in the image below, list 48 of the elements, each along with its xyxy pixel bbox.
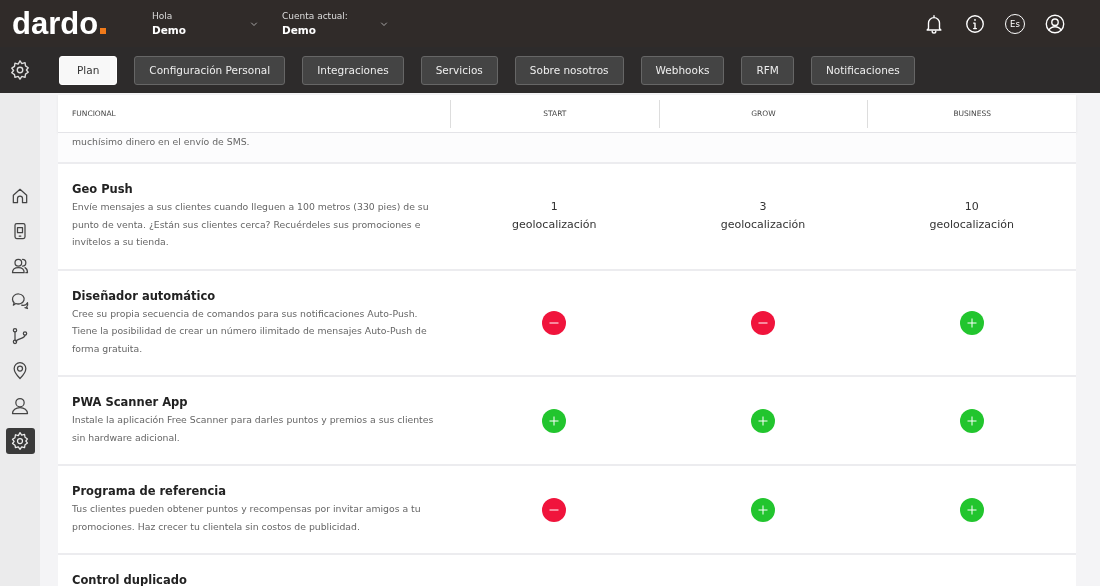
home-icon bbox=[10, 186, 30, 206]
feature-description: Cree su propia secuencia de comandos para sus notificaciones Auto-Push. Tiene la posibilidad de crear un número ilimitado de mensajes Auto-Push de forma gratuita. bbox=[72, 306, 428, 356]
tab[interactable]: Webhooks bbox=[640, 55, 725, 85]
sidebar-item[interactable] bbox=[5, 428, 35, 454]
chat-icon bbox=[10, 291, 30, 311]
tab[interactable]: Sobre nosotros bbox=[514, 55, 624, 85]
feature-description: muchísimo dinero en el envío de SMS. bbox=[72, 135, 251, 149]
user-icon bbox=[10, 396, 30, 416]
tab[interactable]: RFM bbox=[741, 55, 794, 85]
plus-circle-icon bbox=[751, 408, 775, 433]
cell-value: 3 bbox=[758, 199, 768, 216]
minus-circle-icon bbox=[542, 497, 567, 522]
cell-value: 1 bbox=[549, 199, 559, 216]
feature-title: Programa de referencia bbox=[72, 484, 227, 498]
plus-circle-icon bbox=[959, 497, 984, 522]
plus-circle-icon bbox=[542, 408, 567, 433]
account-label: Cuenta actual: bbox=[282, 11, 349, 21]
account-label: Hola bbox=[152, 11, 174, 21]
feature-title: PWA Scanner App bbox=[72, 395, 189, 409]
tab[interactable]: Integraciones bbox=[302, 55, 404, 85]
tab[interactable]: Plan bbox=[59, 55, 118, 85]
minus-circle-icon bbox=[751, 310, 775, 335]
tab[interactable]: Servicios bbox=[420, 55, 498, 85]
plus-circle-icon bbox=[751, 497, 775, 522]
account-name: Demo bbox=[282, 24, 317, 36]
feature-title: Diseñador automático bbox=[72, 288, 217, 303]
cell-value: 10 bbox=[963, 199, 980, 216]
account-name: Demo bbox=[152, 24, 187, 36]
plus-circle-icon bbox=[959, 310, 984, 335]
logo[interactable]: dardo bbox=[12, 8, 152, 39]
feature-description: Tus clientes pueden obtener puntos y recompensas por invitar amigos a tu promociones. Haz crecer tu clientela sin costos de publicidad. bbox=[72, 502, 422, 534]
branch-icon bbox=[10, 326, 30, 346]
minus-circle-icon bbox=[542, 310, 567, 335]
cell-unit: geolocalización bbox=[720, 217, 806, 234]
users-icon bbox=[10, 256, 30, 276]
tab[interactable]: Configuración Personal bbox=[134, 55, 286, 85]
info-icon[interactable] bbox=[964, 12, 986, 35]
cell-unit: geolocalización bbox=[929, 217, 1014, 234]
feature-title: Control duplicado bbox=[72, 573, 188, 586]
feature-title: Geo Push bbox=[72, 182, 134, 196]
user-icon[interactable] bbox=[1044, 12, 1066, 35]
feature-description: Envíe mensajes a sus clientes cuando lleguen a 100 metros (330 pies) de su punto de venta. ¿Están sus clientes cerca? Recuérdeles sus promociones e invítelos a su tienda. bbox=[72, 200, 430, 249]
plus-circle-icon bbox=[959, 408, 984, 433]
tab[interactable]: Notificaciones bbox=[810, 55, 915, 85]
settings-icon[interactable] bbox=[9, 59, 31, 81]
settings-icon bbox=[10, 431, 30, 451]
feature-description: Instale la aplicación Free Scanner para darles puntos y premios a sus clientes sin hardware adicional. bbox=[72, 413, 435, 445]
cell-unit: geolocalización bbox=[512, 217, 597, 234]
